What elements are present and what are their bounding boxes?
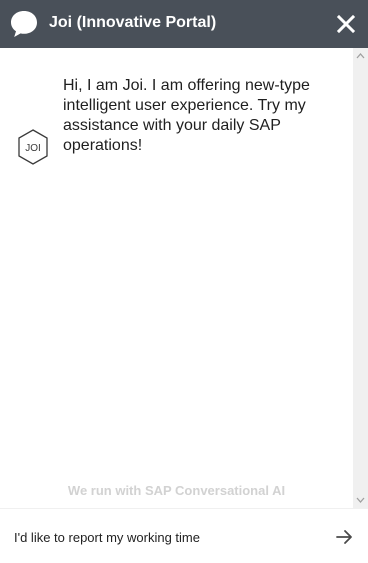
chat-conversation: JOI Hi, I am Joi. I am offering new-type… [0, 48, 353, 508]
chat-header: Joi (Innovative Portal) [0, 0, 368, 48]
chat-bubble-icon [11, 11, 37, 37]
close-icon[interactable] [334, 12, 358, 36]
chat-scrollbar[interactable] [353, 48, 368, 508]
message-input-bar [0, 508, 368, 563]
scroll-up-icon[interactable] [356, 53, 365, 59]
scroll-down-icon[interactable] [356, 497, 365, 503]
bot-avatar-label: JOI [25, 143, 41, 154]
arrow-right-icon[interactable] [334, 527, 354, 547]
powered-by-note: We run with SAP Conversational AI [67, 483, 286, 498]
chat-title: Joi (Innovative Portal) [49, 14, 217, 31]
bot-message-text: Hi, I am Joi. I am offering new-type int… [63, 77, 310, 154]
bot-avatar: JOI [18, 129, 48, 165]
message-input[interactable] [14, 527, 314, 547]
